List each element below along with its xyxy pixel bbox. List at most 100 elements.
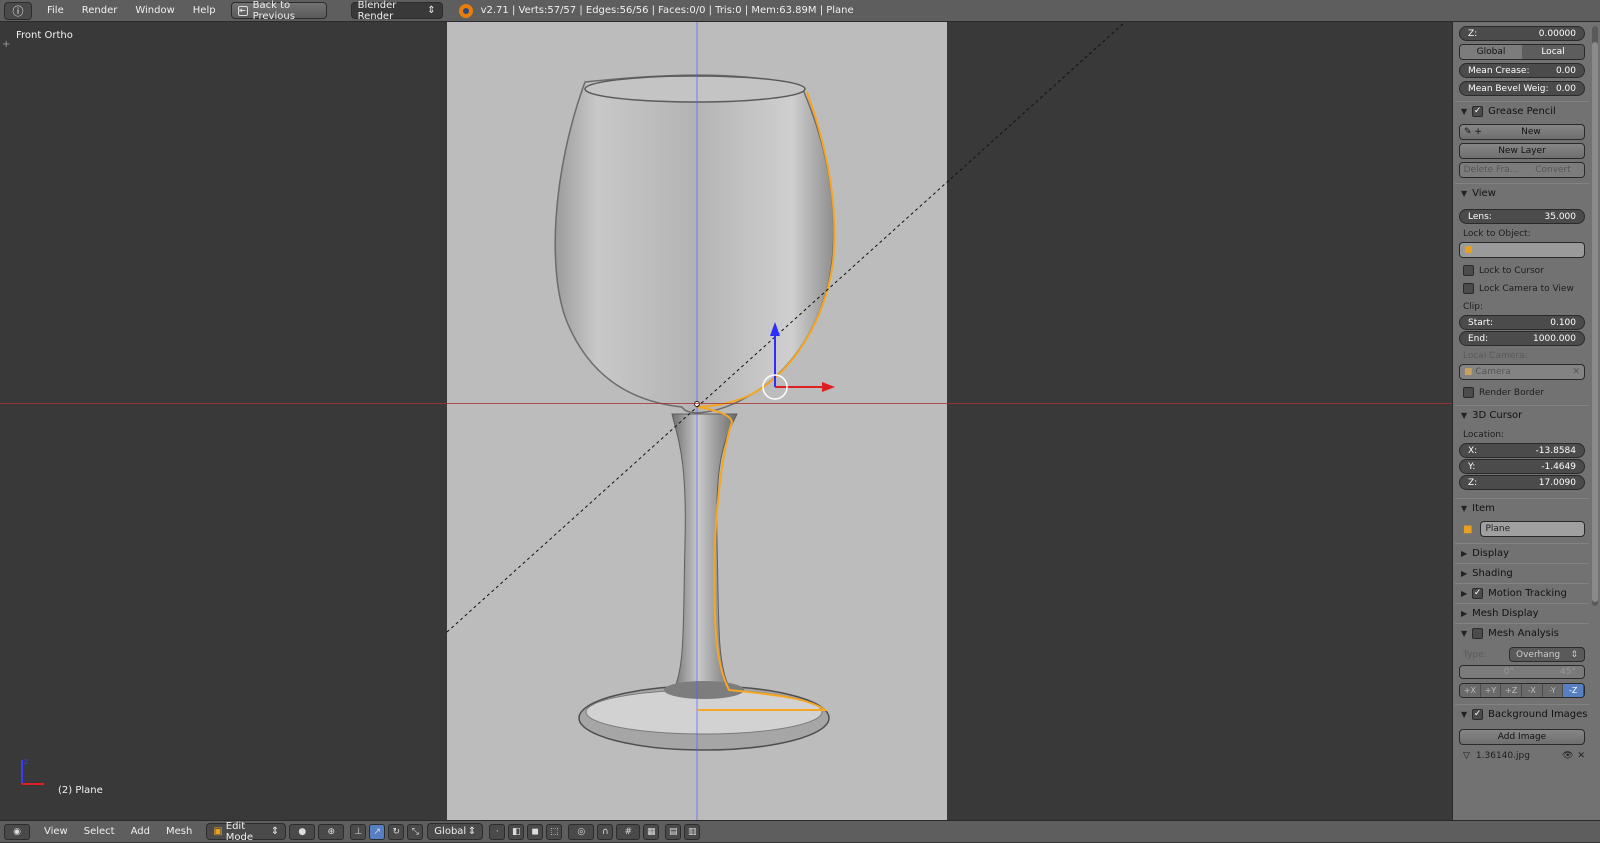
menu-add[interactable]: Add [123, 826, 158, 837]
cursor-panel-title: 3D Cursor [1472, 410, 1523, 421]
lock-to-cursor-option[interactable]: Lock to Cursor [1463, 265, 1589, 276]
pivot-point-select[interactable]: ⊕ [318, 823, 345, 840]
face-select-button[interactable]: ◼ [527, 823, 544, 840]
sidebar-scroll-thumb[interactable] [1592, 42, 1598, 602]
lock-to-cursor-checkbox[interactable] [1463, 265, 1474, 276]
panel-3d-cursor[interactable]: ▼ 3D Cursor [1455, 405, 1589, 425]
lens-field[interactable]: Lens: 35.000 [1459, 209, 1585, 224]
render-engine-select[interactable]: Blender Render ⇕ [350, 0, 443, 22]
transform-orientation-select[interactable]: Global ⇕ [427, 823, 484, 840]
add-image-button[interactable]: Add Image [1459, 729, 1585, 745]
panel-mesh-display[interactable]: ▶ Mesh Display [1455, 603, 1589, 623]
manipulator-toggle[interactable]: ⊥ [350, 823, 367, 840]
axis-plus-x[interactable]: +X [1460, 684, 1481, 697]
item-name-field[interactable]: Plane [1480, 521, 1585, 537]
back-to-previous-button[interactable]: ⇤ Back to Previous [230, 0, 327, 22]
axis-orientation-icon: z [21, 757, 44, 785]
menu-file[interactable]: File [38, 5, 73, 16]
global-button[interactable]: Global [1460, 45, 1522, 59]
render-animation-button[interactable]: ▥ [684, 823, 701, 840]
rotate-manipulator-button[interactable]: ↻ [388, 823, 405, 840]
background-image-entry[interactable]: ▽ 1.36140.jpg 👁 ✕ [1463, 751, 1585, 761]
panel-motion-tracking[interactable]: ▶ ✓ Motion Tracking [1455, 583, 1589, 603]
grease-pencil-checkbox[interactable]: ✓ [1472, 106, 1484, 117]
back-icon: ⇤ [237, 5, 248, 16]
opengl-render-button[interactable]: ▦ [643, 823, 660, 840]
overhang-max-field[interactable]: 45° [1522, 666, 1584, 678]
transform-z-field[interactable]: Z: 0.00000 [1459, 26, 1585, 41]
proportional-editing-select[interactable]: ◎ [568, 823, 595, 840]
edge-select-button[interactable]: ◧ [508, 823, 525, 840]
cursor-y-label: Y: [1468, 461, 1476, 472]
new-layer-button[interactable]: New Layer [1459, 143, 1585, 159]
clip-start-field[interactable]: Start: 0.100 [1459, 315, 1585, 330]
axis-plus-y[interactable]: +Y [1480, 684, 1502, 697]
cursor-location-label: Location: [1463, 430, 1505, 440]
main-menu: File Render Window Help [38, 5, 225, 16]
editor-type-button[interactable]: ⓘ [4, 1, 32, 20]
cursor-x-field[interactable]: X: -13.8584 [1459, 443, 1585, 458]
render-border-checkbox[interactable] [1463, 387, 1474, 398]
panel-item[interactable]: ▼ Item [1455, 498, 1589, 518]
lock-camera-checkbox[interactable] [1463, 283, 1474, 294]
vertex-select-icon: · [495, 826, 499, 837]
snap-element-select[interactable]: # [616, 823, 641, 840]
axis-minus-y[interactable]: -Y [1542, 684, 1564, 697]
cursor-y-field[interactable]: Y: -1.4649 [1459, 459, 1585, 474]
scale-manipulator-button[interactable]: ⤡ [407, 823, 424, 840]
viewport-shading-select[interactable]: ● [289, 823, 316, 840]
proportional-icon: ◎ [577, 826, 586, 837]
menu-mesh[interactable]: Mesh [158, 826, 200, 837]
clear-icon[interactable]: ✕ [1572, 367, 1580, 377]
motion-tracking-checkbox[interactable]: ✓ [1472, 588, 1484, 599]
tool-shelf-toggle[interactable]: + [2, 39, 10, 50]
lock-camera-option[interactable]: Lock Camera to View [1463, 283, 1589, 294]
menu-view[interactable]: View [36, 826, 76, 837]
editor-type-3d-view-button[interactable]: ◉ [4, 823, 30, 840]
mesh-analysis-checkbox[interactable] [1472, 628, 1484, 639]
transform-manipulator[interactable] [730, 312, 850, 432]
menu-render[interactable]: Render [73, 5, 127, 16]
snap-toggle[interactable]: ∩ [597, 823, 614, 840]
shading-panel-title: Shading [1472, 568, 1513, 579]
remove-icon[interactable]: ✕ [1577, 751, 1585, 761]
axis-minus-x[interactable]: -X [1522, 684, 1543, 697]
vertex-select-button[interactable]: · [489, 823, 506, 840]
translate-manipulator-button[interactable]: ↗ [369, 823, 386, 840]
lock-object-field[interactable]: ■ [1459, 242, 1585, 258]
background-images-checkbox[interactable]: ✓ [1472, 709, 1484, 720]
mean-bevel-field[interactable]: Mean Bevel Weig: 0.00 [1459, 81, 1585, 96]
panel-shading[interactable]: ▶ Shading [1455, 563, 1589, 583]
panel-background-images[interactable]: ▼ ✓ Background Images [1455, 704, 1589, 724]
collapse-triangle-icon: ▶ [1461, 569, 1468, 578]
render-still-button[interactable]: ▤ [665, 823, 682, 840]
display-panel-title: Display [1472, 548, 1510, 559]
panel-display[interactable]: ▶ Display [1455, 543, 1589, 563]
overhang-min-field[interactable]: 0° [1460, 666, 1522, 678]
mesh-analysis-type-select[interactable]: Overhang ⇕ [1509, 647, 1585, 662]
cursor-z-field[interactable]: Z: 17.0090 [1459, 475, 1585, 490]
axis-plus-z[interactable]: +Z [1501, 684, 1523, 697]
grease-pencil-new-button[interactable]: ✎ + New [1459, 124, 1585, 140]
clip-start-label: Start: [1468, 317, 1494, 328]
render-border-option[interactable]: Render Border [1463, 387, 1589, 398]
interaction-mode-select[interactable]: ▣ Edit Mode ⇕ [206, 821, 287, 843]
menu-window[interactable]: Window [126, 5, 183, 16]
local-camera-field[interactable]: ■ Camera ✕ [1459, 364, 1585, 380]
menu-help[interactable]: Help [184, 5, 225, 16]
limit-selection-button[interactable]: ⬚ [546, 823, 563, 840]
eye-icon[interactable]: 👁 [1562, 751, 1573, 761]
panel-mesh-analysis[interactable]: ▼ Mesh Analysis [1455, 623, 1589, 643]
delete-frame-button[interactable]: Delete Fra... [1460, 163, 1522, 177]
panel-view[interactable]: ▼ View [1455, 183, 1589, 203]
3d-viewport[interactable]: + Front Ortho z (2) Plane [0, 22, 1452, 820]
convert-button[interactable]: Convert [1522, 163, 1584, 177]
local-button[interactable]: Local [1522, 45, 1584, 59]
axis-minus-z[interactable]: -Z [1563, 684, 1584, 697]
mean-crease-field[interactable]: Mean Crease: 0.00 [1459, 63, 1585, 78]
clip-end-field[interactable]: End: 1000.000 [1459, 331, 1585, 346]
dashed-guide-line [446, 22, 1126, 633]
menu-select[interactable]: Select [76, 826, 123, 837]
clip-end-value: 1000.000 [1533, 333, 1576, 344]
panel-grease-pencil[interactable]: ▼ ✓ Grease Pencil [1455, 101, 1589, 121]
